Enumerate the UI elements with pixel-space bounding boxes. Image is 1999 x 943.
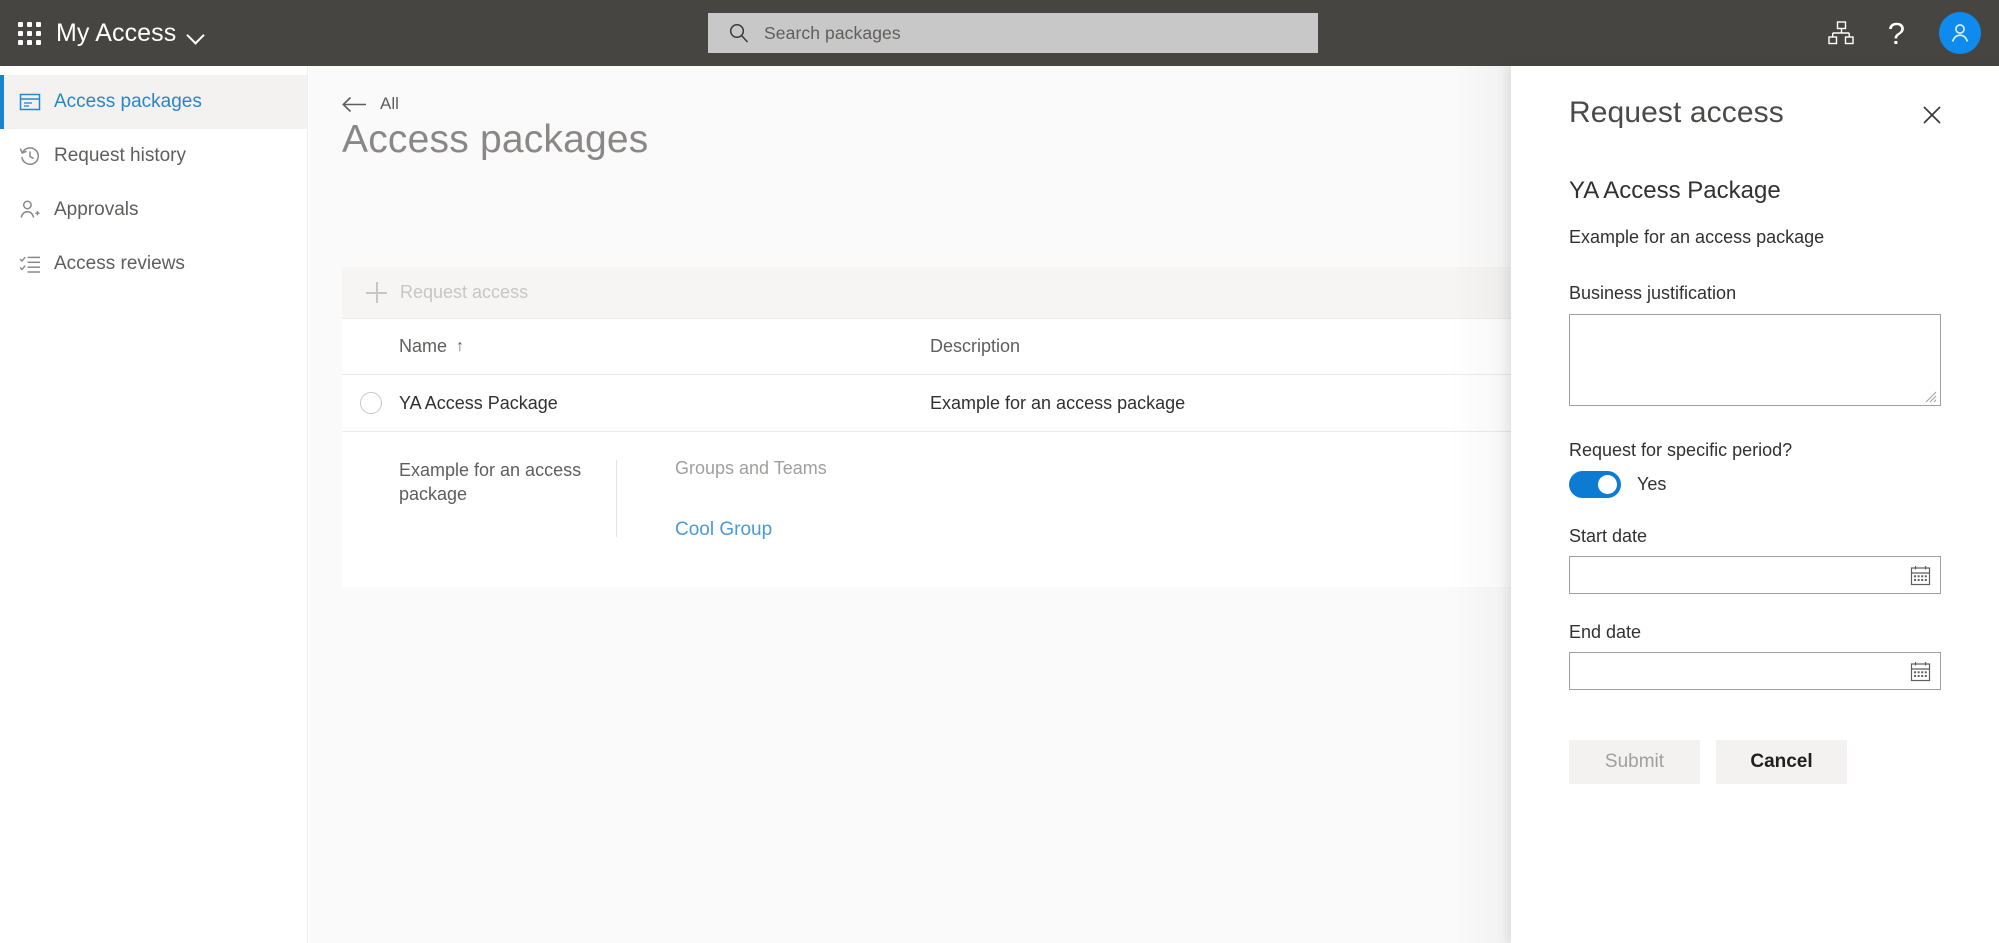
app-title-label: My Access bbox=[56, 18, 177, 47]
chevron-down-icon bbox=[188, 29, 204, 38]
checklist-icon bbox=[18, 252, 42, 276]
app-root: My Access Search packages ? Access packa… bbox=[0, 0, 1999, 943]
detail-description: Example for an access package bbox=[399, 460, 582, 505]
submit-button[interactable]: Submit bbox=[1569, 740, 1700, 784]
suite-bar-actions: ? bbox=[1828, 0, 1981, 66]
start-date-label: Start date bbox=[1569, 526, 1648, 546]
help-icon[interactable]: ? bbox=[1888, 18, 1905, 49]
app-launcher-icon[interactable] bbox=[14, 18, 44, 48]
help-glyph: ? bbox=[1887, 15, 1905, 51]
package-icon bbox=[18, 90, 42, 114]
detail-resources-heading: Groups and Teams bbox=[675, 458, 827, 478]
detail-resource-link[interactable]: Cool Group bbox=[675, 519, 772, 541]
specific-period-toggle-row: Yes bbox=[1569, 471, 1941, 498]
panel-header: Request access bbox=[1569, 96, 1941, 132]
app-title[interactable]: My Access bbox=[56, 19, 212, 48]
detail-resources: Groups and Teams Cool Group bbox=[617, 458, 827, 541]
start-date-input[interactable] bbox=[1569, 556, 1941, 594]
specific-period-state: Yes bbox=[1637, 474, 1667, 494]
sidebar-item-access-reviews[interactable]: Access reviews bbox=[0, 237, 307, 291]
resize-grip-icon[interactable] bbox=[1923, 389, 1937, 403]
specific-period-label: Request for specific period? bbox=[1569, 440, 1793, 460]
sidebar-item-label: Access reviews bbox=[54, 253, 185, 274]
sidebar: Access packages Request history Approval… bbox=[0, 66, 308, 943]
sidebar-item-label: Request history bbox=[54, 145, 187, 166]
history-icon bbox=[18, 144, 42, 168]
justification-textarea[interactable] bbox=[1569, 314, 1941, 406]
sidebar-item-access-packages[interactable]: Access packages bbox=[0, 75, 307, 129]
plus-icon bbox=[366, 282, 387, 303]
specific-period-toggle[interactable] bbox=[1569, 471, 1621, 498]
sort-ascending-icon: ↑ bbox=[456, 337, 465, 355]
end-date-label: End date bbox=[1569, 622, 1642, 642]
search-placeholder: Search packages bbox=[764, 22, 901, 43]
toggle-knob bbox=[1598, 475, 1617, 494]
row-name-cell: YA Access Package bbox=[399, 392, 558, 413]
column-header-description-label: Description bbox=[930, 336, 1021, 356]
row-radio-button[interactable] bbox=[359, 392, 382, 414]
arrow-left-icon bbox=[342, 96, 366, 112]
request-access-panel: Request access YA Access Package Example… bbox=[1511, 66, 1999, 943]
avatar[interactable] bbox=[1939, 12, 1981, 54]
org-hierarchy-icon[interactable] bbox=[1828, 21, 1854, 45]
justification-label: Business justification bbox=[1569, 283, 1737, 303]
person-add-icon bbox=[18, 198, 42, 222]
breadcrumb-label: All bbox=[380, 94, 399, 113]
column-header-name-label: Name bbox=[399, 336, 448, 356]
panel-package-description: Example for an access package bbox=[1569, 227, 1825, 247]
search-input[interactable]: Search packages bbox=[708, 13, 1318, 53]
calendar-icon[interactable] bbox=[1910, 661, 1931, 682]
end-date-input[interactable] bbox=[1569, 652, 1941, 690]
request-access-command-label: Request access bbox=[400, 282, 529, 302]
page-title: Access packages bbox=[342, 118, 649, 161]
panel-package-name: YA Access Package bbox=[1569, 177, 1781, 204]
panel-title: Request access bbox=[1569, 96, 1784, 129]
search-icon bbox=[729, 23, 749, 43]
panel-actions: Submit Cancel bbox=[1569, 740, 1941, 784]
person-icon bbox=[1951, 24, 1969, 42]
row-select-cell bbox=[342, 392, 399, 414]
calendar-icon[interactable] bbox=[1910, 565, 1931, 586]
cancel-button[interactable]: Cancel bbox=[1716, 740, 1847, 784]
breadcrumb[interactable]: All bbox=[342, 94, 399, 114]
column-header-name[interactable]: Name ↑ bbox=[399, 336, 930, 357]
close-icon[interactable] bbox=[1915, 98, 1949, 132]
request-access-command-button[interactable]: Request access bbox=[366, 282, 528, 303]
sidebar-item-approvals[interactable]: Approvals bbox=[0, 183, 307, 237]
sidebar-item-label: Access packages bbox=[54, 91, 202, 112]
suite-bar: My Access Search packages ? bbox=[0, 0, 1999, 66]
sidebar-item-request-history[interactable]: Request history bbox=[0, 129, 307, 183]
sidebar-item-label: Approvals bbox=[54, 199, 139, 220]
